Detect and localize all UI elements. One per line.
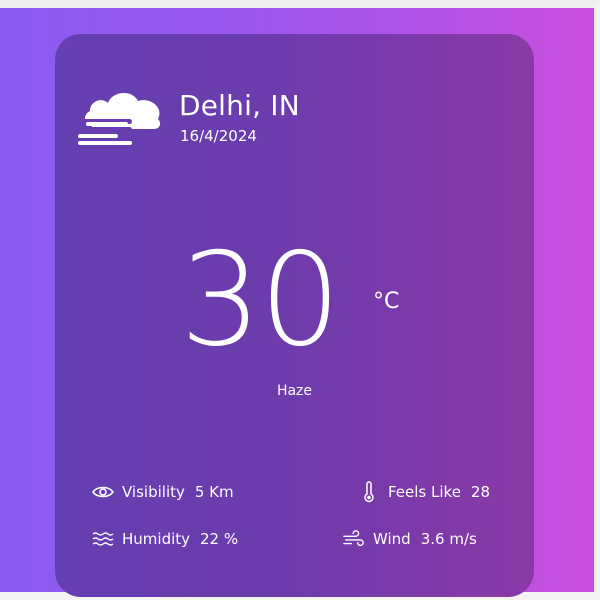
wind-label: Wind xyxy=(373,530,411,548)
location-date: 16/4/2024 xyxy=(180,127,257,145)
wind-icon xyxy=(343,528,365,550)
thermometer-icon xyxy=(358,481,380,503)
humidity-label: Humidity xyxy=(122,530,191,548)
stat-wind: Wind 3.6 m/s xyxy=(343,528,477,550)
temperature-unit: °C xyxy=(373,289,400,314)
cloud-haze-icon xyxy=(78,92,161,145)
visibility-label: Visibility xyxy=(122,483,185,501)
visibility-value: 5 Km xyxy=(194,483,234,501)
stat-feels-like: Feels Like 28 xyxy=(358,481,490,503)
temperature-value: 30 xyxy=(180,226,341,375)
humidity-value: 22 % xyxy=(200,530,239,548)
eye-icon xyxy=(92,481,114,503)
waves-icon xyxy=(92,528,114,550)
app-background: Delhi, IN 16/4/2024 30 °C Haze Visibilit… xyxy=(0,0,600,600)
feels-like-value: 28 xyxy=(470,483,491,501)
wind-value: 3.6 m/s xyxy=(420,530,477,548)
stat-humidity: Humidity 22 % xyxy=(92,528,238,550)
stat-visibility: Visibility 5 Km xyxy=(92,481,234,503)
feels-like-label: Feels Like xyxy=(388,483,461,501)
weather-condition: Haze xyxy=(276,383,313,399)
location-city: Delhi, IN xyxy=(179,89,300,122)
weather-card: Delhi, IN 16/4/2024 30 °C Haze Visibilit… xyxy=(55,34,534,597)
